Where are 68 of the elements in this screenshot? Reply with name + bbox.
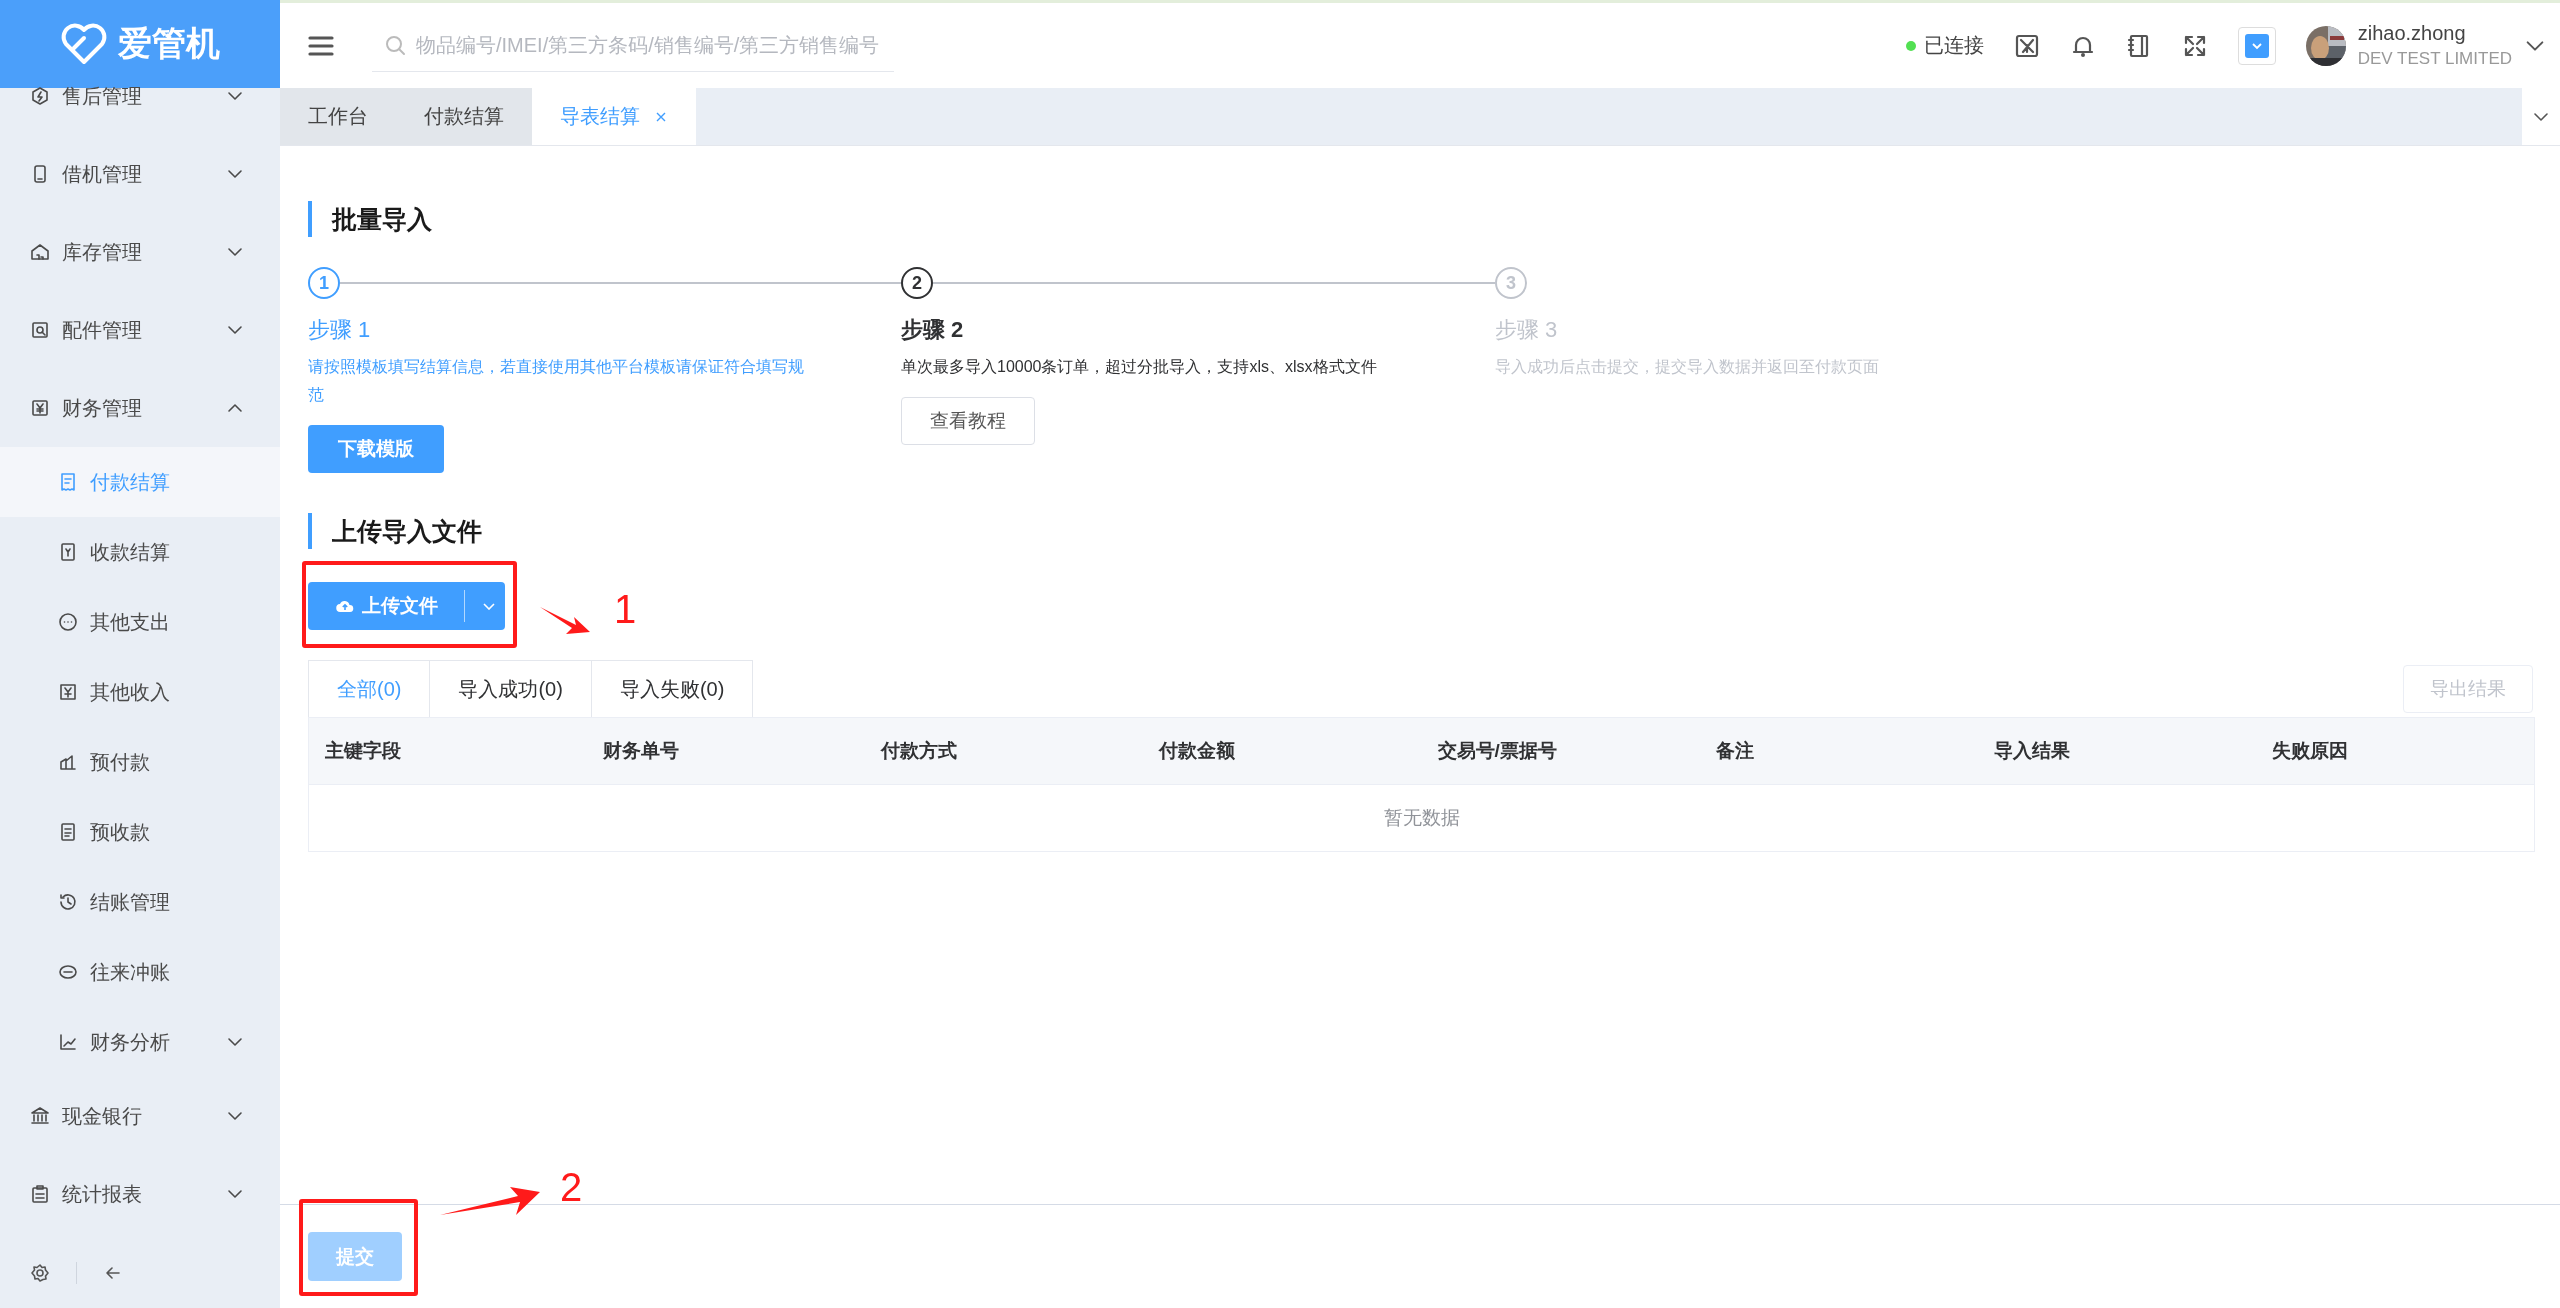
column-header: 备注 bbox=[1714, 739, 1755, 763]
chevron-down-icon bbox=[483, 602, 495, 610]
column-header: 主键字段 bbox=[324, 739, 402, 763]
bank-icon bbox=[30, 1106, 50, 1126]
tab[interactable]: 付款结算 bbox=[396, 88, 532, 145]
column-header: 交易号/票据号 bbox=[1436, 739, 1558, 763]
user-name: zihao.zhong bbox=[2357, 22, 2467, 45]
step-title: 步骤 2 bbox=[901, 316, 965, 344]
arrow-icon bbox=[540, 605, 590, 635]
warehouse-icon bbox=[30, 242, 50, 262]
bar-chart-icon bbox=[58, 1032, 78, 1052]
heart-icon bbox=[60, 22, 108, 66]
cloud-upload-icon bbox=[336, 599, 354, 613]
tutorial-button[interactable]: 查看教程 bbox=[901, 397, 1035, 445]
step-number: 1 bbox=[308, 267, 340, 299]
column-header: 失败原因 bbox=[2270, 739, 2349, 763]
menu-subitem[interactable]: 预付款 bbox=[0, 727, 280, 797]
more-circle-icon bbox=[58, 612, 78, 632]
logo-text: 爱管机 bbox=[118, 23, 220, 64]
status-text: 已连接 bbox=[1923, 33, 1984, 58]
menu-subitem[interactable]: 财务分析 bbox=[0, 1007, 280, 1077]
step-number: 3 bbox=[1495, 267, 1527, 299]
step-title: 步骤 3 bbox=[1495, 316, 1559, 344]
document-icon bbox=[58, 822, 78, 842]
tab[interactable]: 导入失败(0) bbox=[590, 660, 754, 717]
menu-item[interactable]: 现金银行 bbox=[0, 1077, 280, 1155]
chevron-down-icon bbox=[2244, 33, 2269, 58]
step-title: 步骤 1 bbox=[308, 316, 372, 344]
coin-icon bbox=[58, 962, 78, 982]
chart-icon bbox=[58, 752, 78, 772]
yen-icon bbox=[30, 398, 50, 418]
settings-icon[interactable] bbox=[30, 1263, 50, 1283]
menu-item[interactable]: 财务管理 bbox=[0, 369, 280, 447]
menu-item[interactable]: 统计报表 bbox=[0, 1155, 280, 1233]
step-number: 2 bbox=[901, 267, 933, 299]
menu-item[interactable]: 借机管理 bbox=[0, 135, 280, 213]
column-header: 财务单号 bbox=[602, 739, 681, 763]
menu-subitem[interactable]: 其他收入 bbox=[0, 657, 280, 727]
search-field[interactable]: 物品编号/IMEI/第三方条码/销售编号/第三方销售编号 bbox=[372, 19, 894, 72]
menu-subitem[interactable]: 其他支出 bbox=[0, 587, 280, 657]
column-header: 付款方式 bbox=[879, 739, 959, 763]
step-description: 单次最多导入10000条订单，超过分批导入，支持xls、xlsx格式文件 bbox=[901, 357, 1378, 377]
step-description: 导入成功后点击提交，提交导入数据并返回至付款页面 bbox=[1495, 357, 1880, 377]
company-name: DEV TEST LIMITED bbox=[2357, 49, 2512, 69]
column-header: 导入结果 bbox=[1992, 739, 2071, 763]
menu-subitem[interactable]: 预收款 bbox=[0, 797, 280, 867]
menu-icon[interactable] bbox=[308, 34, 334, 57]
annotation-number: 1 bbox=[614, 589, 637, 629]
step-description: 请按照模板填写结算信息，若直接使用其他平台模板请保证符合填写规范 bbox=[308, 357, 805, 405]
menu-subitem[interactable]: 往来冲账 bbox=[0, 937, 280, 1007]
tab[interactable]: 工作台 bbox=[280, 88, 396, 145]
menu-subitem[interactable]: 结账管理 bbox=[0, 867, 280, 937]
receipt-icon bbox=[58, 542, 78, 562]
section-title: 上传导入文件 bbox=[308, 513, 482, 549]
search-icon bbox=[384, 34, 406, 56]
section-title: 批量导入 bbox=[308, 201, 432, 237]
menu-subitem[interactable]: 收款结算 bbox=[0, 517, 280, 587]
empty-message: 暂无数据 bbox=[1383, 806, 1460, 830]
menu-item[interactable]: 库存管理 bbox=[0, 213, 280, 291]
search-document-icon bbox=[30, 320, 50, 340]
clipboard-icon bbox=[30, 1184, 50, 1204]
dropdown-button[interactable] bbox=[2237, 26, 2276, 65]
hexagon-icon bbox=[30, 86, 50, 106]
annotation-number: 2 bbox=[560, 1167, 583, 1207]
menu-item[interactable]: 配件管理 bbox=[0, 291, 280, 369]
history-icon bbox=[58, 892, 78, 912]
receipt-icon bbox=[58, 472, 78, 492]
column-header: 付款金额 bbox=[1157, 739, 1237, 763]
